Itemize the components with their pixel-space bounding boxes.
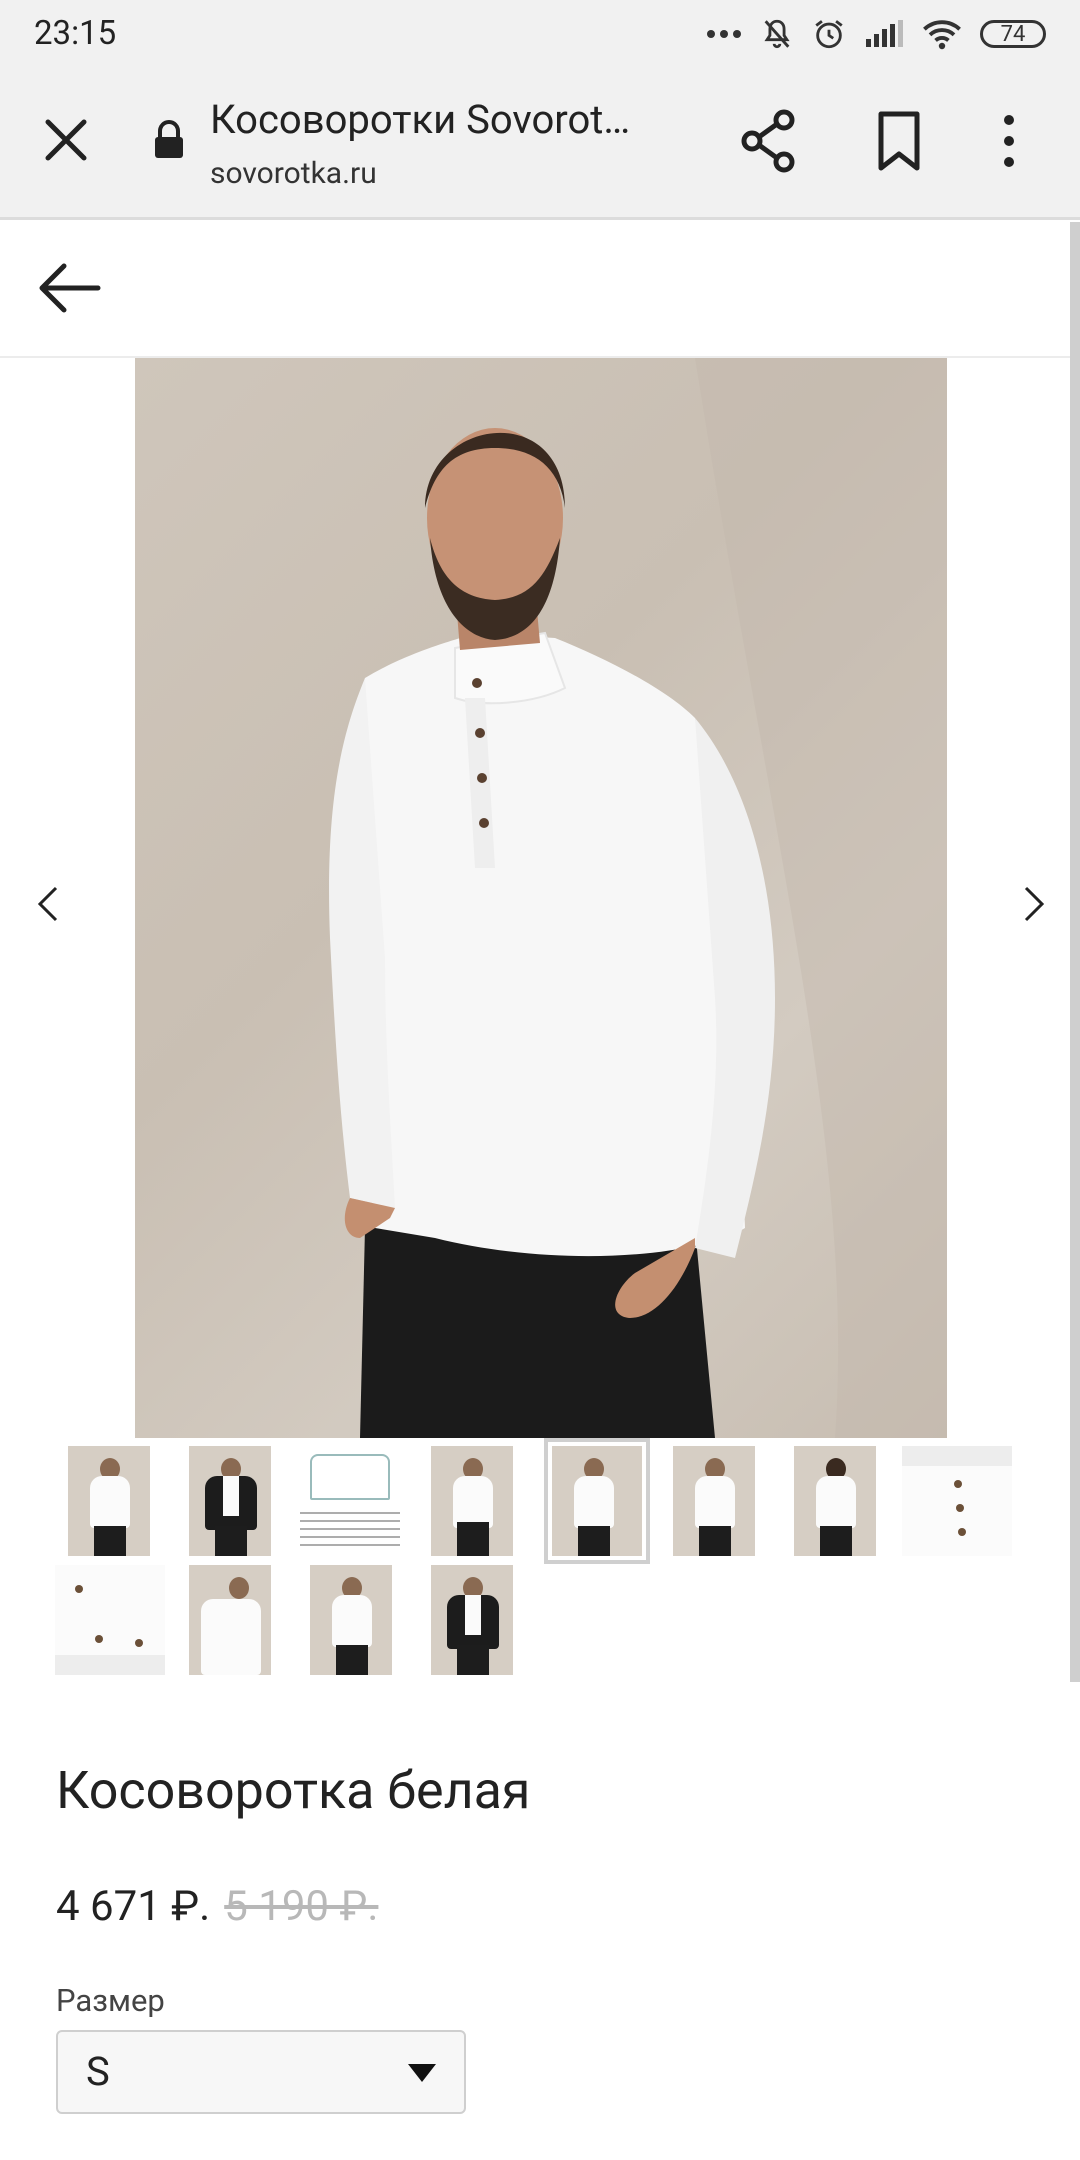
gallery-thumbnail[interactable]	[310, 1565, 392, 1675]
gallery-prev-button[interactable]	[28, 876, 68, 932]
status-time: 23:15	[34, 14, 117, 53]
size-selected-value: S	[86, 2048, 110, 2095]
battery-indicator: 74	[980, 20, 1046, 48]
back-arrow-button[interactable]	[34, 260, 104, 316]
product-page: Косоворотка белая 4 671 ₽. 5 190 ₽. Разм…	[0, 220, 1070, 2160]
gallery-thumbnail[interactable]	[794, 1446, 876, 1556]
gallery-thumbnail-size-chart[interactable]	[296, 1446, 406, 1556]
gallery-thumbnail[interactable]	[673, 1446, 755, 1556]
gallery-thumbnail[interactable]	[189, 1446, 271, 1556]
product-title: Косоворотка белая	[56, 1760, 531, 1821]
close-tab-button[interactable]	[36, 110, 96, 170]
gallery-thumbnail[interactable]	[68, 1446, 150, 1556]
price-current: 4 671 ₽.	[56, 1882, 211, 1931]
gallery-thumbnail[interactable]	[902, 1446, 1012, 1556]
model-in-white-shirt-illustration	[329, 358, 947, 1438]
lock-icon	[155, 120, 183, 158]
page-url[interactable]: sovorotka.ru	[210, 156, 377, 191]
size-select[interactable]: S	[56, 2030, 466, 2114]
price-row: 4 671 ₽. 5 190 ₽.	[56, 1882, 378, 1931]
dropdown-caret-icon	[408, 2064, 436, 2082]
bookmark-button[interactable]	[864, 106, 934, 176]
more-notifications-icon	[707, 30, 741, 38]
page-header	[0, 220, 1070, 358]
gallery-thumbnail[interactable]	[55, 1565, 165, 1675]
bell-muted-icon	[764, 19, 790, 49]
gallery-thumbnail[interactable]	[189, 1565, 271, 1675]
size-label: Размер	[56, 1982, 165, 2019]
signal-icon	[866, 20, 903, 47]
gallery-thumbnail-selected[interactable]	[544, 1438, 650, 1564]
status-icons: 74	[706, 12, 1046, 56]
status-bar: 23:15 74	[0, 0, 1080, 66]
page-title[interactable]: Косоворотки Sovorot…	[210, 96, 630, 143]
more-options-button[interactable]	[984, 106, 1034, 176]
browser-toolbar: Косоворотки Sovorot… sovorotka.ru	[0, 66, 1080, 220]
alarm-icon	[815, 20, 843, 49]
gallery-thumbnail[interactable]	[431, 1446, 513, 1556]
page-scrollbar[interactable]	[1070, 222, 1080, 1682]
wifi-icon	[923, 20, 961, 50]
price-old: 5 190 ₽.	[224, 1882, 379, 1931]
gallery-next-button[interactable]	[1014, 876, 1054, 932]
share-button[interactable]	[734, 106, 804, 176]
product-main-photo[interactable]	[135, 358, 947, 1438]
gallery-thumbnail[interactable]	[431, 1565, 513, 1675]
